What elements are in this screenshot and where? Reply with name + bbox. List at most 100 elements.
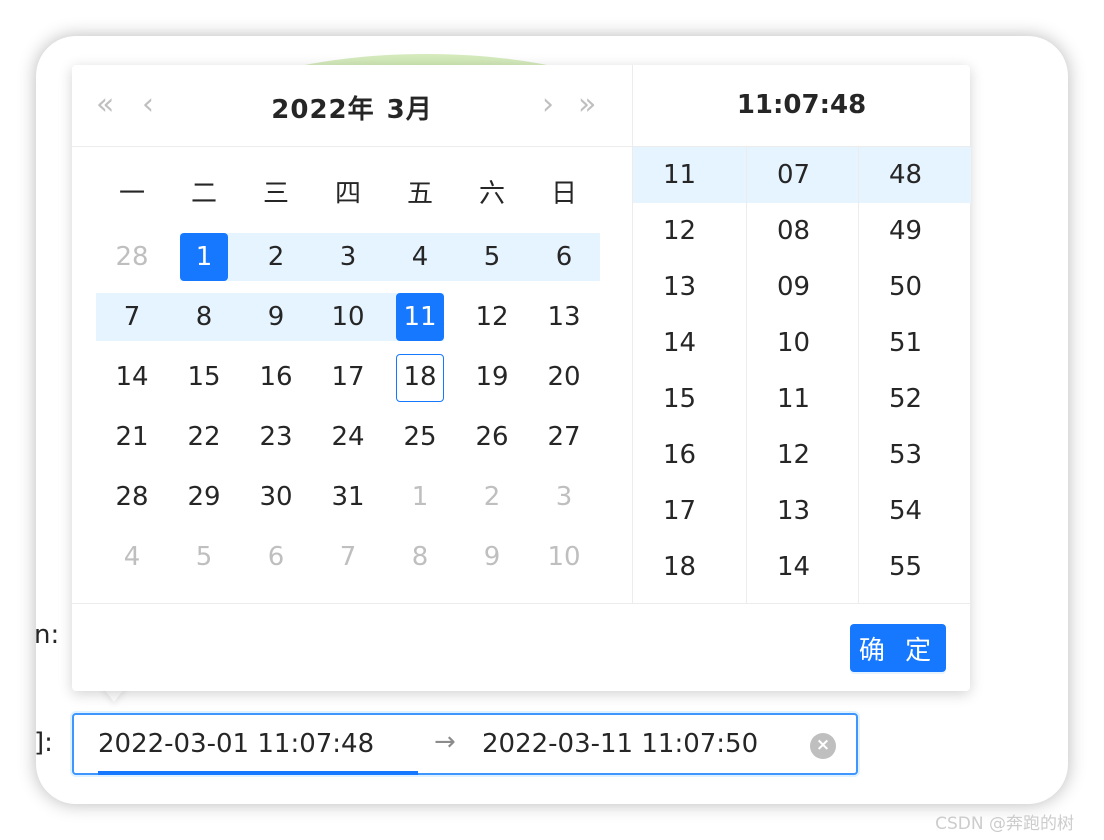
calendar-day-cell[interactable]: 8 [168,293,240,341]
calendar-day-label: 24 [331,422,365,452]
calendar-day-cell[interactable]: 25 [384,413,456,461]
calendar-week-row: 21 22 23 24 25 26 27 [96,413,600,461]
calendar-day-cell[interactable]: 8 [384,533,456,581]
calendar-day-cell[interactable]: 2 [240,233,312,281]
weekday-label: 六 [478,179,505,209]
calendar-day-cell[interactable]: 11 [384,293,456,341]
calendar-day-cell[interactable]: 23 [240,413,312,461]
weekday-label: 五 [406,179,433,209]
hour-option[interactable]: 15 [633,371,746,427]
calendar-day-label: 26 [475,422,509,452]
super-next-year-icon[interactable]: » [578,87,596,122]
calendar-day-cell[interactable]: 27 [528,413,600,461]
second-option[interactable]: 49 [859,203,971,259]
calendar-day-cell[interactable]: 29 [168,473,240,521]
calendar-day-cell[interactable]: 18 [384,353,456,402]
calendar-day-label: 11 [396,293,444,341]
calendar-day-cell[interactable]: 7 [96,293,168,341]
calendar-day-cell[interactable]: 24 [312,413,384,461]
calendar-day-label: 27 [547,422,581,452]
calendar-day-cell[interactable]: 16 [240,353,312,401]
second-option[interactable]: 50 [859,259,971,315]
calendar-day-cell[interactable]: 20 [528,353,600,401]
minute-option[interactable]: 12 [747,427,859,483]
calendar-day-cell[interactable]: 6 [240,533,312,581]
calendar-day-cell[interactable]: 3 [528,473,600,521]
calendar-day-cell[interactable]: 10 [312,293,384,341]
hour-option[interactable]: 17 [633,483,746,539]
calendar-day-cell[interactable]: 17 [312,353,384,401]
calendar-day-cell[interactable]: 9 [240,293,312,341]
date-range-input[interactable]: 2022-03-01 11:07:48 → 2022-03-11 11:07:5… [72,713,858,775]
calendar-day-cell[interactable]: 21 [96,413,168,461]
hour-option[interactable]: 11 [633,147,746,203]
minute-option[interactable]: 13 [747,483,859,539]
calendar-day-label: 19 [475,362,509,392]
datetime-picker-dropdown: « ‹ 2022年 3月 › » 一二三四五六日 28 1 2 3 4 5 6 7 8 9 10 11 1… [72,65,971,692]
minute-option[interactable]: 10 [747,315,859,371]
minute-option[interactable]: 09 [747,259,859,315]
calendar-day-cell[interactable]: 28 [96,233,168,281]
month-select[interactable]: 3月 [381,95,439,125]
calendar-day-cell[interactable]: 1 [168,233,240,281]
next-month-icon[interactable]: › [542,87,554,122]
calendar-day-label: 8 [195,302,213,332]
calendar-day-cell[interactable]: 22 [168,413,240,461]
minute-option[interactable]: 14 [747,539,859,595]
minute-option[interactable]: 08 [747,203,859,259]
calendar-day-cell[interactable]: 26 [456,413,528,461]
year-select[interactable]: 2022年 [265,95,380,125]
hour-option[interactable]: 18 [633,539,746,595]
minute-option[interactable]: 07 [747,147,859,203]
calendar-day-cell[interactable]: 4 [96,533,168,581]
calendar-day-label: 16 [259,362,293,392]
ok-button[interactable]: 确 定 [850,624,946,672]
calendar-day-label: 23 [259,422,293,452]
second-column[interactable]: 48 49 50 51 52 53 54 55 [858,147,971,603]
calendar-day-cell[interactable]: 10 [528,533,600,581]
calendar-day-cell[interactable]: 14 [96,353,168,401]
weekday-label: 日 [550,179,577,209]
clear-icon[interactable]: × [810,733,836,759]
calendar-day-cell[interactable]: 28 [96,473,168,521]
second-option[interactable]: 48 [859,147,971,203]
calendar-day-label: 7 [123,302,141,332]
calendar-day-label: 3 [555,482,573,512]
calendar-day-cell[interactable]: 1 [384,473,456,521]
start-date-input[interactable]: 2022-03-01 11:07:48 [98,729,374,759]
second-option[interactable]: 52 [859,371,971,427]
calendar-day-label: 1 [411,482,429,512]
hour-option[interactable]: 13 [633,259,746,315]
calendar-day-label: 31 [331,482,365,512]
second-option[interactable]: 55 [859,539,971,595]
calendar-day-cell[interactable]: 15 [168,353,240,401]
hour-option[interactable]: 14 [633,315,746,371]
calendar-day-cell[interactable]: 31 [312,473,384,521]
calendar-day-cell[interactable]: 9 [456,533,528,581]
calendar-day-cell[interactable]: 7 [312,533,384,581]
calendar-day-cell[interactable]: 3 [312,233,384,281]
calendar-day-cell[interactable]: 12 [456,293,528,341]
second-option[interactable]: 53 [859,427,971,483]
calendar-day-cell[interactable]: 30 [240,473,312,521]
second-option[interactable]: 54 [859,483,971,539]
minute-column[interactable]: 07 08 09 10 11 12 13 14 [746,147,859,603]
calendar-day-cell[interactable]: 5 [168,533,240,581]
weekday-label: 二 [190,179,217,209]
calendar-day-cell[interactable]: 13 [528,293,600,341]
calendar-day-label: 3 [339,242,357,272]
calendar-day-cell[interactable]: 19 [456,353,528,401]
end-date-input[interactable]: 2022-03-11 11:07:50 [482,729,758,759]
picker-footer: 确 定 [72,603,970,692]
calendar-day-cell[interactable]: 5 [456,233,528,281]
hour-column[interactable]: 11 12 13 14 15 16 17 18 [633,147,746,603]
date-panel: « ‹ 2022年 3月 › » 一二三四五六日 28 1 2 3 4 5 6 7 8 9 10 11 1… [72,65,633,603]
calendar-day-cell[interactable]: 2 [456,473,528,521]
calendar-day-cell[interactable]: 6 [528,233,600,281]
calendar-day-label: 17 [331,362,365,392]
calendar-day-cell[interactable]: 4 [384,233,456,281]
hour-option[interactable]: 12 [633,203,746,259]
hour-option[interactable]: 16 [633,427,746,483]
minute-option[interactable]: 11 [747,371,859,427]
second-option[interactable]: 51 [859,315,971,371]
